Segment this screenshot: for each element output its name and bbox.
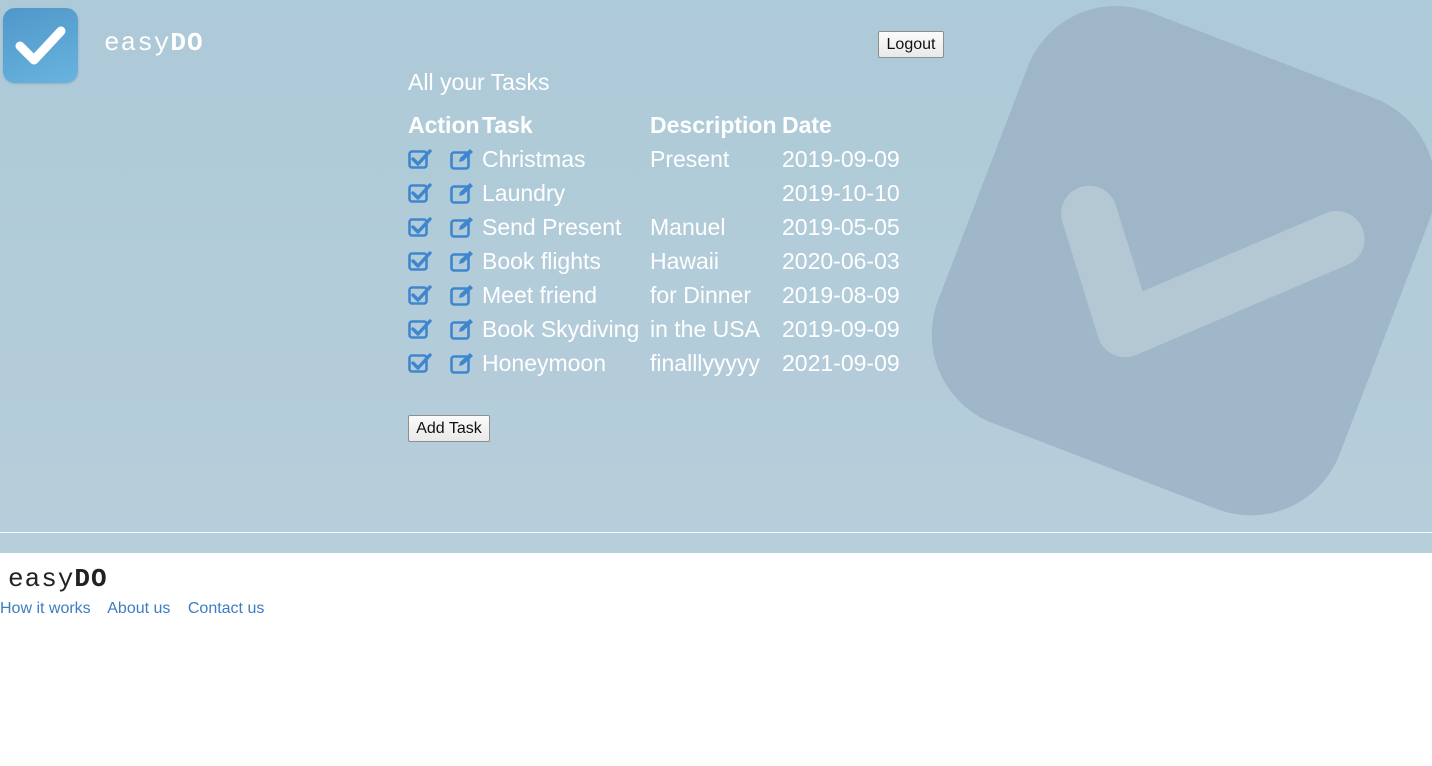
task-row: Book flights Hawaii 2020-06-03: [408, 248, 928, 282]
check-square-icon[interactable]: [408, 352, 432, 379]
task-date: 2019-09-09: [782, 316, 900, 342]
column-header-task: Task: [482, 112, 533, 138]
task-description: Hawaii: [650, 248, 720, 274]
check-square-icon[interactable]: [408, 216, 432, 243]
footer-link-how-it-works[interactable]: How it works: [0, 600, 91, 617]
page-title: All your Tasks: [408, 69, 550, 95]
checkmark-icon: [15, 26, 66, 65]
column-header-description: Description: [650, 112, 777, 138]
footer-link-about-us[interactable]: About us: [107, 600, 170, 617]
logo[interactable]: [3, 8, 78, 83]
task-row: Laundry 2019-10-10: [408, 180, 928, 214]
task-description: in the USA: [650, 316, 760, 342]
task-row: Christmas Present 2019-09-09: [408, 146, 928, 180]
task-name: Honeymoon: [482, 350, 607, 376]
check-square-icon[interactable]: [408, 284, 432, 311]
edit-icon[interactable]: [450, 318, 475, 345]
footer-brand-light: easy: [8, 564, 75, 594]
task-name: Book Skydiving: [482, 316, 640, 342]
edit-icon[interactable]: [450, 182, 475, 209]
task-date: 2020-06-03: [782, 248, 900, 274]
check-square-icon[interactable]: [408, 182, 432, 209]
task-description: finalllyyyyy: [650, 350, 760, 376]
edit-icon[interactable]: [450, 216, 475, 243]
edit-icon[interactable]: [450, 352, 475, 379]
brand-name[interactable]: easyDO: [104, 28, 204, 58]
task-row: Honeymoon finalllyyyyy 2021-09-09: [408, 350, 928, 384]
task-row: Book Skydiving in the USA 2019-09-09: [408, 316, 928, 350]
hero-divider: [0, 532, 1432, 533]
task-date: 2019-10-10: [782, 180, 900, 206]
check-square-icon[interactable]: [408, 318, 432, 345]
edit-icon[interactable]: [450, 284, 475, 311]
task-description: Manuel: [650, 214, 726, 240]
column-header-date: Date: [782, 112, 832, 138]
brand-light: easy: [104, 28, 171, 58]
check-square-icon[interactable]: [408, 148, 432, 175]
edit-icon[interactable]: [450, 250, 475, 277]
task-name: Laundry: [482, 180, 566, 206]
task-name: Send Present: [482, 214, 622, 240]
add-task-button[interactable]: Add Task: [408, 415, 490, 442]
column-header-action: Action: [408, 112, 480, 138]
edit-icon[interactable]: [450, 148, 475, 175]
task-date: 2019-09-09: [782, 146, 900, 172]
task-description: Present: [650, 146, 730, 172]
task-name: Meet friend: [482, 282, 598, 308]
footer-brand-bold: DO: [74, 564, 108, 594]
check-square-icon[interactable]: [408, 250, 432, 277]
footer-link-contact-us[interactable]: Contact us: [188, 600, 264, 617]
task-row: Send Present Manuel 2019-05-05: [408, 214, 928, 248]
footer-nav: How it works About us Contact us: [0, 600, 277, 618]
task-name: Book flights: [482, 248, 601, 274]
brand-bold: DO: [170, 28, 204, 58]
logout-button[interactable]: Logout: [878, 31, 944, 58]
task-date: 2019-05-05: [782, 214, 900, 240]
footer-brand: easyDO: [8, 564, 108, 594]
task-name: Christmas: [482, 146, 586, 172]
task-row: Meet friend for Dinner 2019-08-09: [408, 282, 928, 316]
task-date: 2019-08-09: [782, 282, 900, 308]
task-description: for Dinner: [650, 282, 751, 308]
background-checkmark-icon: [931, 5, 1432, 516]
task-date: 2021-09-09: [782, 350, 900, 376]
